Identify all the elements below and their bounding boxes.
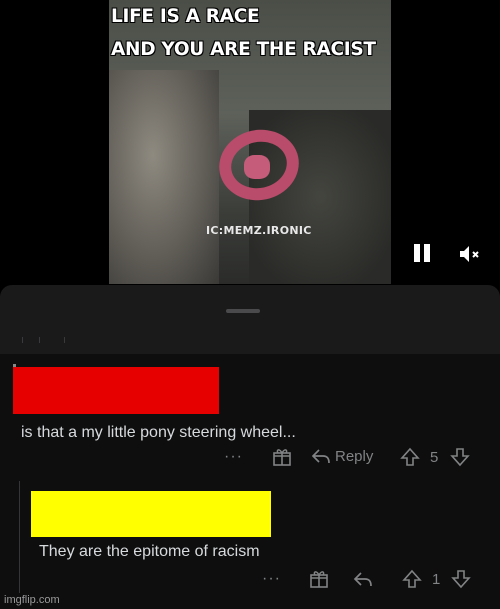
vote-score: 5 — [430, 449, 439, 466]
divider-tick — [39, 337, 40, 343]
video-player[interactable]: LIFE IS A RACE AND YOU ARE THE RACIST IC… — [109, 0, 391, 284]
video-watermark: IC:MEMZ.IRONIC — [206, 224, 312, 237]
reply-label: Reply — [335, 447, 374, 465]
sheet-drag-handle[interactable] — [226, 309, 260, 313]
video-caption-line-1: LIFE IS A RACE — [111, 6, 260, 27]
award-icon[interactable] — [272, 447, 292, 467]
steering-wheel-hub — [244, 155, 270, 179]
downvote-icon[interactable] — [450, 447, 470, 467]
comment-body: is that a my little pony steering wheel.… — [21, 424, 296, 441]
pause-icon[interactable] — [413, 244, 431, 262]
comment-body: They are the epitome of racism — [39, 543, 260, 560]
reply-arrow-icon[interactable] — [353, 570, 373, 588]
award-icon[interactable] — [309, 569, 329, 589]
video-caption-line-2: AND YOU ARE THE RACIST — [111, 39, 376, 60]
more-options-button[interactable]: ··· — [224, 448, 243, 466]
thread-line[interactable] — [19, 481, 20, 593]
speaker-muted-icon[interactable] — [458, 244, 482, 264]
divider-tick — [22, 337, 23, 343]
divider-tick — [64, 337, 65, 343]
downvote-icon[interactable] — [451, 569, 471, 589]
redacted-username-yellow — [31, 491, 271, 537]
reply-arrow-icon — [311, 449, 330, 464]
upvote-icon[interactable] — [400, 447, 420, 467]
more-options-button[interactable]: ··· — [262, 570, 281, 588]
vote-score: 1 — [432, 571, 441, 588]
reply-button[interactable]: Reply — [311, 447, 373, 465]
footer-credit: imgflip.com — [4, 594, 60, 606]
upvote-icon[interactable] — [402, 569, 422, 589]
video-frame-person — [109, 70, 219, 284]
redacted-username-red — [13, 367, 219, 414]
